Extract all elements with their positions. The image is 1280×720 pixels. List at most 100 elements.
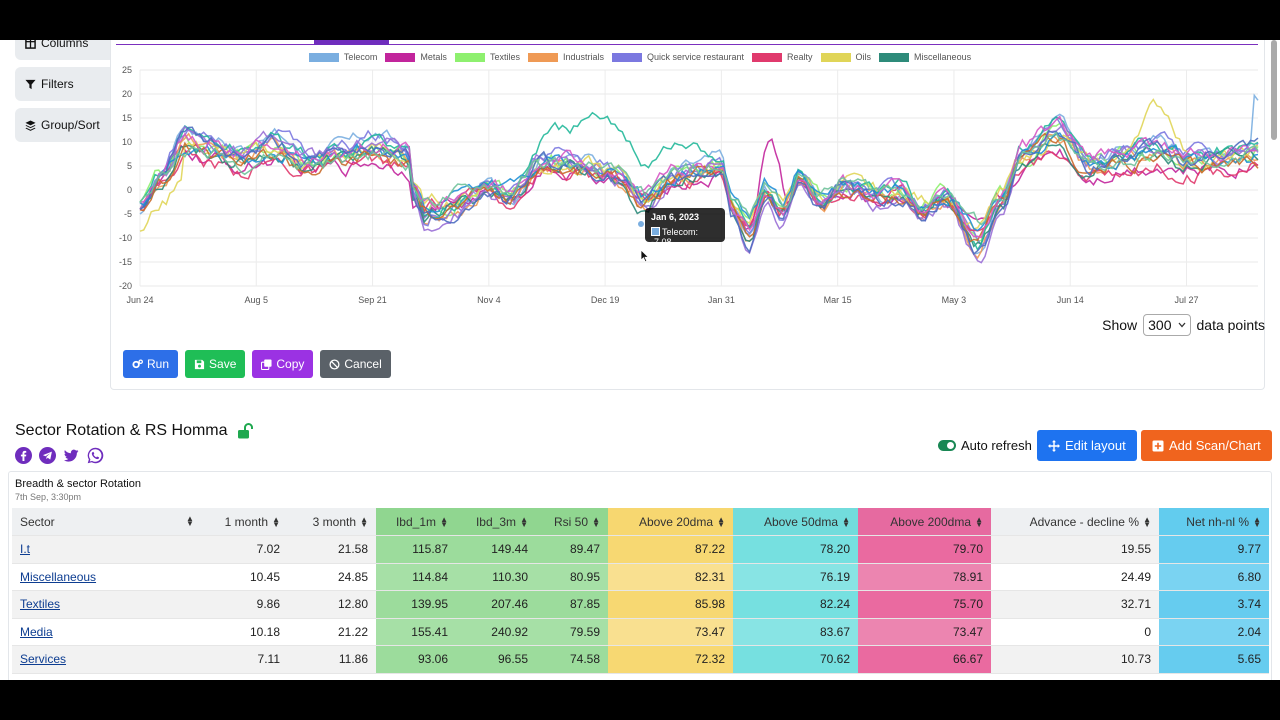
table-cell: 9.86 <box>200 590 288 619</box>
filter-icon <box>25 79 36 89</box>
toggle-switch[interactable] <box>938 440 956 451</box>
y-tick-label: 15 <box>122 113 132 123</box>
table-cell: 76.19 <box>733 563 858 591</box>
sector-cell[interactable]: Services <box>12 645 200 674</box>
sector-link[interactable]: I.t <box>20 542 30 556</box>
copy-icon <box>261 358 272 370</box>
column-header[interactable]: Sector ▲ ▼ <box>12 508 200 536</box>
line-chart[interactable]: 25 20 15 10 5 0 -5 -10 -15 -20 Jun 24 Aug 5 Sep 21 No… <box>110 60 1260 310</box>
sector-link[interactable]: Media <box>20 625 53 639</box>
sort-icon[interactable]: ▲ ▼ <box>186 515 194 528</box>
column-header[interactable]: Advance - decline % ▲ ▼ <box>991 508 1159 536</box>
edit-layout-label: Edit layout <box>1065 438 1126 453</box>
sort-icon[interactable]: ▲ ▼ <box>440 516 448 529</box>
sector-cell[interactable]: I.t <box>12 535 200 564</box>
column-header-label: Advance - decline % <box>1029 514 1139 529</box>
table-cell: 2.04 <box>1159 618 1269 646</box>
column-header-label: Ibd_3m <box>475 514 516 529</box>
table-cell: 139.95 <box>376 590 456 619</box>
copy-label: Copy <box>276 357 305 371</box>
run-button[interactable]: Run <box>123 350 179 378</box>
twitter-icon[interactable] <box>63 447 80 464</box>
table-row: Textiles 9.86 12.80 139.95 207.46 87.85 85.98 8… <box>12 590 1269 619</box>
sort-icon[interactable]: ▲ ▼ <box>842 516 850 529</box>
scrollbar-thumb[interactable] <box>1271 40 1277 140</box>
column-header[interactable]: Rsi 50 ▲ ▼ <box>536 508 608 536</box>
table-header-row: Sector ▲ ▼ 1 month ▲ ▼ 3 month ▲ ▼ Ibd_1m ▲ ▼ Ibd_3m… <box>12 508 1269 536</box>
page-scrollbar[interactable] <box>1270 40 1278 680</box>
x-tick-label: Jan 31 <box>708 295 735 305</box>
column-header[interactable]: Net nh-nl % ▲ ▼ <box>1159 508 1269 536</box>
column-header[interactable]: 3 month ▲ ▼ <box>288 508 376 536</box>
column-header[interactable]: Ibd_3m ▲ ▼ <box>456 508 536 536</box>
sector-link[interactable]: Textiles <box>20 597 60 611</box>
sector-cell[interactable]: Textiles <box>12 590 200 619</box>
column-header[interactable]: 1 month ▲ ▼ <box>200 508 288 536</box>
table-cell: 12.80 <box>288 590 376 619</box>
table-cell: 80.95 <box>536 563 608 591</box>
column-header[interactable]: Above 20dma ▲ ▼ <box>608 508 733 536</box>
table-cell: 85.98 <box>608 590 733 619</box>
sidebar-item-filters[interactable]: Filters <box>15 67 110 101</box>
auto-refresh-label: Auto refresh <box>961 438 1032 453</box>
column-header[interactable]: Above 200dma ▲ ▼ <box>858 508 991 536</box>
layers-icon <box>25 119 36 131</box>
table-cell: 32.71 <box>991 590 1159 619</box>
table-cell: 21.58 <box>288 535 376 564</box>
table-row: Services 7.11 11.86 93.06 96.55 74.58 72.32 70.… <box>12 645 1269 674</box>
y-tick-label: -5 <box>124 209 132 219</box>
sector-cell[interactable]: Media <box>12 618 200 646</box>
table-cell: 3.74 <box>1159 590 1269 619</box>
copy-button[interactable]: Copy <box>252 350 314 378</box>
x-tick-label: Jun 24 <box>126 295 153 305</box>
sector-link[interactable]: Miscellaneous <box>20 570 96 584</box>
table-cell: 24.49 <box>991 563 1159 591</box>
save-button[interactable]: Save <box>185 350 246 378</box>
column-header-label: Rsi 50 <box>553 514 588 529</box>
cancel-label: Cancel <box>344 357 382 371</box>
sort-icon[interactable]: ▲ ▼ <box>592 516 600 529</box>
sort-icon[interactable]: ▲ ▼ <box>1253 516 1261 529</box>
sidebar-item-label: Filters <box>41 77 74 91</box>
add-scan-chart-button[interactable]: Add Scan/Chart <box>1141 430 1272 461</box>
sector-link[interactable]: Services <box>20 652 66 666</box>
telegram-icon[interactable] <box>39 447 56 464</box>
sort-icon[interactable]: ▲ ▼ <box>975 516 983 529</box>
sidebar-item-group-sort[interactable]: Group/Sort <box>15 108 110 142</box>
table-cell: 74.58 <box>536 645 608 674</box>
table-cell: 149.44 <box>456 535 536 564</box>
auto-refresh-toggle[interactable]: Auto refresh <box>938 438 1032 453</box>
table-cell: 87.22 <box>608 535 733 564</box>
tooltip-swatch <box>651 227 660 236</box>
table-row: I.t 7.02 21.58 115.87 149.44 89.47 87.22 78.20 7… <box>12 535 1269 564</box>
sector-cell[interactable]: Miscellaneous <box>12 563 200 591</box>
action-buttons: Run Save Copy Cancel <box>123 350 391 378</box>
table-cell: 87.85 <box>536 590 608 619</box>
data-points-select[interactable]: 300 <box>1143 314 1191 336</box>
whatsapp-icon[interactable] <box>87 447 104 464</box>
table-cell: 78.91 <box>858 563 991 591</box>
table-title: Breadth & sector Rotation <box>15 478 141 490</box>
table-cell: 79.70 <box>858 535 991 564</box>
table-cell: 96.55 <box>456 645 536 674</box>
facebook-icon[interactable] <box>15 447 32 464</box>
column-header[interactable]: Ibd_1m ▲ ▼ <box>376 508 456 536</box>
unlock-icon[interactable] <box>236 423 254 439</box>
active-tab-indicator[interactable] <box>314 40 389 45</box>
sort-icon[interactable]: ▲ ▼ <box>360 516 368 529</box>
ban-icon <box>329 358 340 370</box>
table-cell: 83.67 <box>733 618 858 646</box>
cancel-button[interactable]: Cancel <box>320 350 391 378</box>
table-subtitle: 7th Sep, 3:30pm <box>15 492 82 502</box>
column-header[interactable]: Above 50dma ▲ ▼ <box>733 508 858 536</box>
table-cell: 0 <box>991 618 1159 646</box>
page-title: Sector Rotation & RS Homma <box>15 422 228 439</box>
y-tick-label: 20 <box>122 89 132 99</box>
sort-icon[interactable]: ▲ ▼ <box>520 516 528 529</box>
edit-layout-button[interactable]: Edit layout <box>1037 430 1137 461</box>
table-cell: 10.45 <box>200 563 288 591</box>
x-tick-label: Nov 4 <box>477 295 501 305</box>
sort-icon[interactable]: ▲ ▼ <box>272 516 280 529</box>
sort-icon[interactable]: ▲ ▼ <box>717 516 725 529</box>
sort-icon[interactable]: ▲ ▼ <box>1143 516 1151 529</box>
